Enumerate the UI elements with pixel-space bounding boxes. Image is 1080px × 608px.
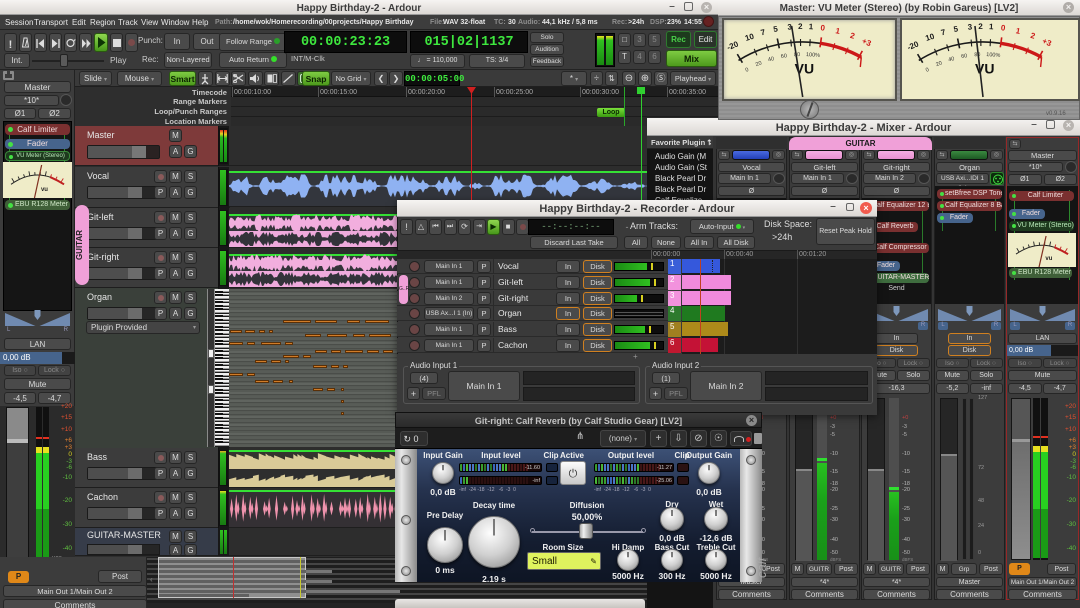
svg-text:VU: VU	[975, 61, 994, 77]
svg-text:2: 2	[978, 22, 983, 31]
svg-text:0: 0	[925, 67, 930, 74]
svg-text:3: 3	[967, 22, 973, 31]
svg-text:40: 40	[948, 56, 955, 63]
svg-text:5: 5	[953, 24, 959, 34]
svg-text:+3: +3	[861, 37, 873, 49]
svg-text:7: 7	[940, 27, 947, 37]
svg-text:20: 20	[935, 61, 943, 69]
svg-text:10: 10	[744, 32, 756, 43]
svg-text:60: 60	[961, 53, 968, 60]
svg-text:-20: -20	[726, 39, 741, 52]
svg-text:0: 0	[1000, 23, 1006, 32]
svg-text:100%: 100%	[986, 52, 1001, 59]
svg-text:0: 0	[820, 23, 826, 32]
svg-text:2: 2	[798, 22, 803, 31]
svg-text:5: 5	[773, 24, 779, 34]
svg-text:2: 2	[849, 31, 856, 41]
svg-text:60: 60	[781, 53, 788, 60]
svg-text:1: 1	[989, 22, 994, 31]
svg-text:100%: 100%	[806, 52, 821, 59]
svg-text:vu: vu	[1045, 256, 1052, 262]
svg-text:1: 1	[808, 22, 813, 31]
svg-text:10: 10	[924, 32, 936, 43]
svg-text:20: 20	[755, 61, 763, 69]
svg-text:7: 7	[760, 27, 767, 37]
svg-text:1: 1	[835, 26, 842, 36]
svg-text:2: 2	[1029, 31, 1036, 41]
svg-text:-20: -20	[906, 39, 921, 52]
svg-text:0: 0	[745, 67, 750, 74]
svg-text:1: 1	[1015, 26, 1022, 36]
svg-text:+3: +3	[1041, 37, 1053, 49]
svg-text:40: 40	[768, 56, 775, 63]
svg-text:vu: vu	[41, 187, 48, 193]
